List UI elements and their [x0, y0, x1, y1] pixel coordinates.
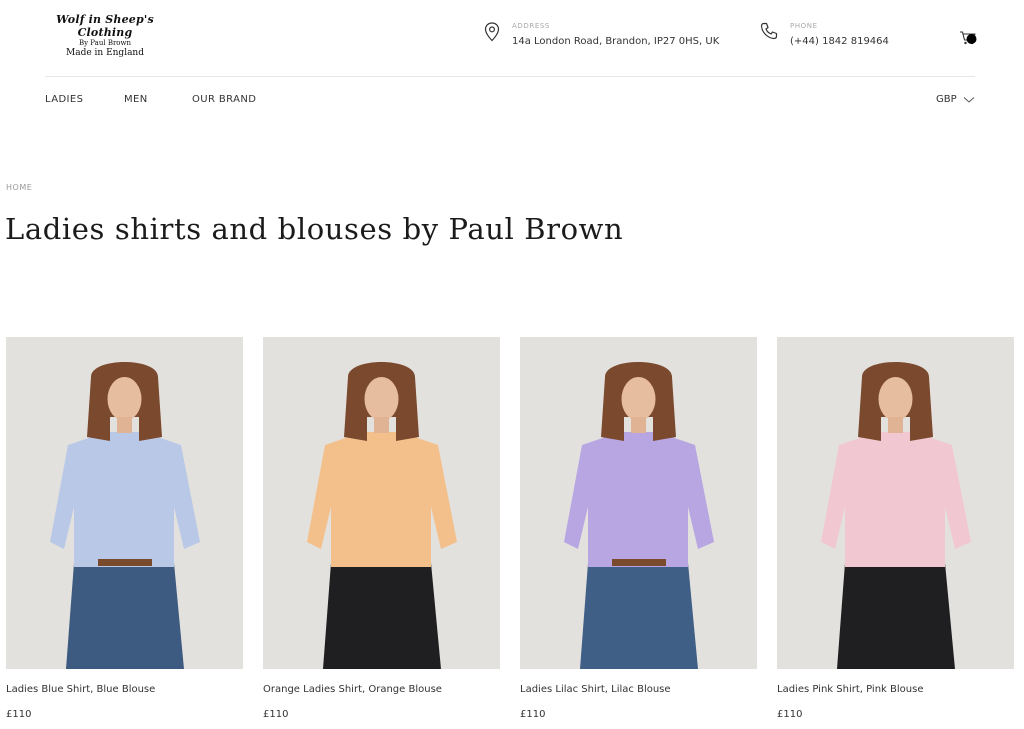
brand-tagline: Made in England: [66, 48, 144, 59]
product-card[interactable]: Ladies Blue Shirt, Blue Blouse £110: [6, 337, 243, 720]
phone-value[interactable]: (+44) 1842 819464: [790, 36, 889, 47]
product-price: £110: [263, 709, 289, 720]
phone-block: PHONE (+44) 1842 819464: [760, 22, 889, 47]
product-price: £110: [777, 709, 803, 720]
header-divider: [45, 76, 975, 77]
currency-label: GBP: [936, 94, 957, 105]
phone-label: PHONE: [790, 22, 818, 30]
product-name[interactable]: Ladies Pink Shirt, Pink Blouse: [777, 684, 923, 695]
brand-byline: By Paul Brown: [78, 39, 132, 48]
map-pin-icon: [484, 22, 500, 42]
product-image[interactable]: [520, 337, 757, 669]
product-price: £110: [520, 709, 546, 720]
phone-icon: [760, 22, 778, 40]
product-card[interactable]: Orange Ladies Shirt, Orange Blouse £110: [263, 337, 500, 720]
address-label: ADDRESS: [512, 22, 550, 30]
brand-logo[interactable]: Wolf in Sheep's Clothing By Paul Brown M…: [45, 13, 165, 59]
nav-item-our-brand[interactable]: OUR BRAND: [192, 94, 256, 105]
product-image[interactable]: [263, 337, 500, 669]
product-name[interactable]: Ladies Blue Shirt, Blue Blouse: [6, 684, 155, 695]
product-image[interactable]: [6, 337, 243, 669]
page-title: Ladies shirts and blouses by Paul Brown: [5, 212, 624, 246]
address-block: ADDRESS 14a London Road, Brandon, IP27 0…: [484, 22, 719, 47]
product-card[interactable]: Ladies Lilac Shirt, Lilac Blouse £110: [520, 337, 757, 720]
cart-button[interactable]: [958, 26, 980, 48]
cart-icon: [960, 31, 977, 45]
nav-item-ladies[interactable]: LADIES: [45, 94, 83, 105]
product-name[interactable]: Ladies Lilac Shirt, Lilac Blouse: [520, 684, 671, 695]
brand-name: Wolf in Sheep's Clothing: [56, 13, 154, 39]
product-name[interactable]: Orange Ladies Shirt, Orange Blouse: [263, 684, 442, 695]
product-card[interactable]: Ladies Pink Shirt, Pink Blouse £110: [777, 337, 1014, 720]
product-price: £110: [6, 709, 32, 720]
product-image[interactable]: [777, 337, 1014, 669]
chevron-down-icon: [963, 96, 974, 103]
nav-item-men[interactable]: MEN: [124, 94, 148, 105]
currency-selector[interactable]: GBP: [936, 94, 975, 105]
address-value: 14a London Road, Brandon, IP27 0HS, UK: [512, 36, 720, 47]
breadcrumb-home[interactable]: HOME: [6, 183, 32, 192]
